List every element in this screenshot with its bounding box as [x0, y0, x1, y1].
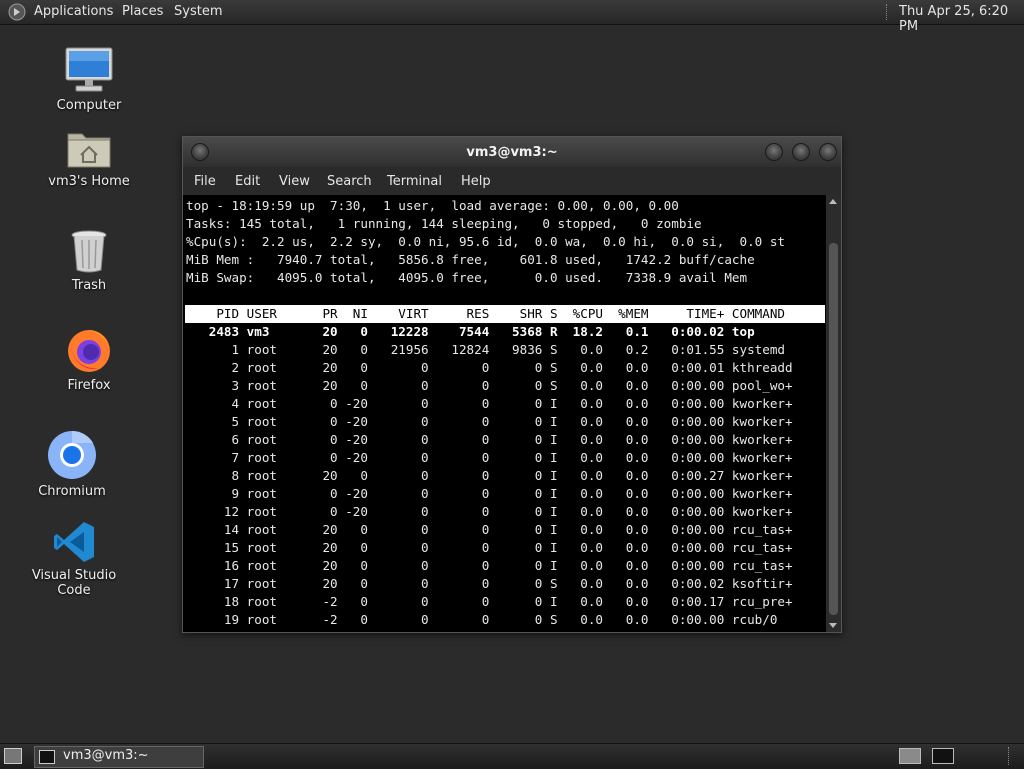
- clock[interactable]: Thu Apr 25, 6:20 PM: [899, 4, 1024, 34]
- menu-file[interactable]: File: [194, 174, 216, 189]
- process-header-text: PID USER PR NI VIRT RES SHR S %CPU %MEM …: [186, 306, 785, 321]
- home-folder-icon: [67, 133, 111, 168]
- table-row: 3 root 20 0 0 0 0 S 0.0 0.0 0:00.00 pool…: [186, 378, 793, 393]
- menu-edit[interactable]: Edit: [235, 174, 260, 189]
- menu-view[interactable]: View: [279, 174, 310, 189]
- summary-mem: MiB Mem : 7940.7 total, 5856.8 free, 601…: [186, 252, 755, 267]
- desktop-icon-computer[interactable]: Computer: [34, 46, 144, 113]
- minimize-button[interactable]: [765, 143, 783, 161]
- bottom-panel: vm3@vm3:~: [0, 743, 1024, 769]
- maximize-button[interactable]: [792, 143, 810, 161]
- summary-uptime: top - 18:19:59 up 7:30, 1 user, load ave…: [186, 198, 679, 213]
- panel-separator: [886, 4, 890, 20]
- chromium-icon: [48, 430, 96, 479]
- table-row: 4 root 0 -20 0 0 0 I 0.0 0.0 0:00.00 kwo…: [186, 396, 793, 411]
- desktop-icon-label: Computer: [56, 98, 122, 113]
- table-row: 8 root 20 0 0 0 0 I 0.0 0.0 0:00.27 kwor…: [186, 468, 793, 483]
- menu-search[interactable]: Search: [327, 174, 372, 189]
- vscode-icon: [54, 522, 94, 562]
- desktop-icon-vscode[interactable]: Visual Studio Code: [19, 520, 129, 598]
- desktop-icon-trash[interactable]: Trash: [34, 228, 144, 293]
- terminal-scrollbar[interactable]: [826, 195, 841, 632]
- desktop-icon-chromium[interactable]: Chromium: [17, 430, 127, 499]
- desktop-icon-label: Firefox: [67, 378, 111, 393]
- desktop-icon-label: Trash: [71, 278, 107, 293]
- desktop-icon-label: vm3's Home: [48, 174, 130, 189]
- firefox-icon: [68, 330, 110, 372]
- close-button[interactable]: [819, 143, 837, 161]
- table-row: 5 root 0 -20 0 0 0 I 0.0 0.0 0:00.00 kwo…: [186, 414, 793, 429]
- table-row: 19 root -2 0 0 0 0 S 0.0 0.0 0:00.00 rcu…: [186, 612, 778, 627]
- window-title: vm3@vm3:~: [466, 145, 558, 160]
- table-row: 2 root 20 0 0 0 0 S 0.0 0.0 0:00.01 kthr…: [186, 360, 793, 375]
- table-row: 18 root -2 0 0 0 0 I 0.0 0.0 0:00.17 rcu…: [186, 594, 793, 609]
- scroll-up-arrow-icon[interactable]: [829, 199, 837, 204]
- table-row: 2483 vm3 20 0 12228 7544 5368 R 18.2 0.1…: [186, 324, 755, 339]
- summary-cpu: %Cpu(s): 2.2 us, 2.2 sy, 0.0 ni, 95.6 id…: [186, 234, 785, 249]
- scroll-down-arrow-icon[interactable]: [829, 623, 837, 628]
- table-row: 7 root 0 -20 0 0 0 I 0.0 0.0 0:00.00 kwo…: [186, 450, 793, 465]
- menu-terminal[interactable]: Terminal: [387, 174, 442, 189]
- process-table-header: PID USER PR NI VIRT RES SHR S %CPU %MEM …: [185, 305, 825, 323]
- taskbar-item-terminal[interactable]: vm3@vm3:~: [34, 746, 204, 768]
- table-row: 14 root 20 0 0 0 0 I 0.0 0.0 0:00.00 rcu…: [186, 522, 793, 537]
- desktop-icon-firefox[interactable]: Firefox: [34, 326, 144, 393]
- table-row: 17 root 20 0 0 0 0 S 0.0 0.0 0:00.02 kso…: [186, 576, 793, 591]
- menu-help[interactable]: Help: [461, 174, 491, 189]
- table-row: 12 root 0 -20 0 0 0 I 0.0 0.0 0:00.00 kw…: [186, 504, 793, 519]
- desktop-icon-label: Chromium: [38, 484, 106, 499]
- desktop-icon-home[interactable]: vm3's Home: [34, 128, 144, 189]
- distro-logo-icon[interactable]: [8, 3, 26, 21]
- panel-handle: [1008, 747, 1015, 765]
- menu-applications[interactable]: Applications: [34, 4, 113, 19]
- summary-swap: MiB Swap: 4095.0 total, 4095.0 free, 0.0…: [186, 270, 748, 285]
- terminal-window[interactable]: vm3@vm3:~ File Edit View Search Terminal…: [182, 136, 842, 633]
- terminal-icon: [39, 750, 55, 764]
- computer-icon: [65, 47, 113, 92]
- show-desktop-icon[interactable]: [4, 748, 22, 764]
- table-row: 16 root 20 0 0 0 0 I 0.0 0.0 0:00.00 rcu…: [186, 558, 793, 573]
- top-panel: Applications Places System Thu Apr 25, 6…: [0, 0, 1024, 34]
- menu-system[interactable]: System: [174, 4, 222, 19]
- table-row: 9 root 0 -20 0 0 0 I 0.0 0.0 0:00.00 kwo…: [186, 486, 793, 501]
- desktop-icon-label: Visual Studio Code: [31, 568, 117, 598]
- terminal-output[interactable]: top - 18:19:59 up 7:30, 1 user, load ave…: [183, 195, 826, 632]
- window-titlebar[interactable]: vm3@vm3:~: [183, 137, 841, 167]
- workspace-1[interactable]: [899, 748, 921, 764]
- summary-tasks: Tasks: 145 total, 1 running, 144 sleepin…: [186, 216, 702, 231]
- menu-places[interactable]: Places: [122, 4, 163, 19]
- table-row: 1 root 20 0 21956 12824 9836 S 0.0 0.2 0…: [186, 342, 785, 357]
- table-row: 6 root 0 -20 0 0 0 I 0.0 0.0 0:00.00 kwo…: [186, 432, 793, 447]
- terminal-menubar: File Edit View Search Terminal Help: [183, 167, 841, 195]
- taskbar-item-label: vm3@vm3:~: [63, 748, 149, 763]
- workspace-2[interactable]: [932, 748, 954, 764]
- trash-icon: [71, 230, 107, 273]
- table-row: 15 root 20 0 0 0 0 I 0.0 0.0 0:00.00 rcu…: [186, 540, 793, 555]
- scroll-thumb[interactable]: [829, 243, 838, 615]
